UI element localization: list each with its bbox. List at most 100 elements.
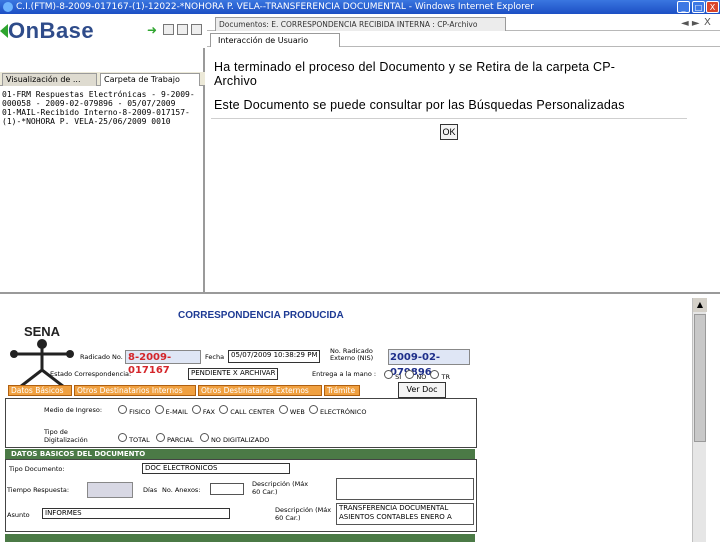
medio-electronico-radio[interactable] [308,405,318,414]
medio-fisico-radio[interactable] [118,405,127,414]
radio-label: TR [441,373,451,381]
document-pane: Documentos: E. CORRESPONDENCIA RECIBIDA … [207,14,720,292]
list-item[interactable]: 000058 - 2009-02-079896 - 05/07/2009 [2,99,202,108]
form-title: CORRESPONDENCIA PRODUCIDA [178,310,344,321]
tab-datos-basicos[interactable]: Datos Básicos [8,385,72,396]
radio-label: NO [416,373,427,381]
radicado-externo-value: 2009-02-079896 [388,349,470,378]
tab-otros-destinatarios-externos[interactable]: Otros Destinatarios Externos [198,385,322,396]
dig-parcial-radio[interactable] [155,433,165,442]
radio-label: ELECTRÓNICO [320,408,367,416]
close-window-button[interactable]: X [706,1,719,13]
medio-email-radio[interactable] [154,405,164,414]
desc2-label: Descripción (Máx 60 Car.) [275,506,332,522]
scroll-thumb[interactable] [694,314,706,442]
list-item[interactable]: 01-FRM Respuestas Electrónicas - 9-2009- [2,90,202,99]
ver-doc-button[interactable]: Ver Doc [398,382,446,398]
entrega-tr-radio[interactable] [430,370,440,379]
medio-callcenter-radio[interactable] [219,405,229,414]
toolbar-grid-icon[interactable] [177,24,188,35]
datos-basicos-header: DATOS BASICOS DEL DOCUMENTO [5,449,475,459]
radio-label: SI [395,373,402,381]
asunto-value: INFORMES [42,508,230,519]
sena-logo: SENA [10,324,74,394]
fecha-label: Fecha [205,353,225,361]
anexos-label: No. Anexos: [162,486,201,494]
document-tab[interactable]: Documentos: E. CORRESPONDENCIA RECIBIDA … [215,17,506,31]
entrega-si-radio[interactable] [384,370,393,379]
internet-explorer-icon [3,2,13,12]
tipo-doc-value: DOC ELECTRONICOS [142,463,290,474]
ok-button[interactable]: OK [440,124,458,140]
window-title: C.I.(FTM)-8-2009-017167-(1)-12022-*NOHOR… [16,2,534,12]
dias-label: Días [143,486,158,494]
toolbar-window-icon[interactable] [191,24,202,35]
medio-label: Medio de Ingreso: [44,406,103,414]
radio-label: NO DIGITALIZADO [210,436,270,444]
medio-web-radio[interactable] [278,405,288,414]
tab-nav-arrows-icon[interactable]: ◄ ► [681,18,700,29]
interaction-tab-bar: Interacción de Usuario [207,32,720,47]
entrega-label: Entrega a la mano : [312,370,377,378]
scroll-up-icon[interactable]: ▲ [693,298,707,312]
radio-label: WEB [289,408,305,416]
entrega-options: SI NO TR [384,370,450,381]
desc1-textarea[interactable] [336,478,474,500]
radio-label: E-MAIL [165,408,188,416]
asunto-label: Asunto [7,511,30,519]
desc2-textarea[interactable]: TRANSFERENCIA DOCUMENTAL ASIENTOS CONTAB… [336,503,474,525]
close-tab-icon[interactable]: X [704,17,711,28]
logo-toolbar: OnBase ➜ [0,14,205,48]
digitalizacion-options: TOTAL PARCIAL NO DIGITALIZADO [118,433,269,444]
radio-label: PARCIAL [166,436,194,444]
message-line: Ha terminado el proceso del Documento y … [214,60,616,74]
document-tab-bar: Documentos: E. CORRESPONDENCIA RECIBIDA … [207,15,720,31]
dig-total-radio[interactable] [118,433,127,442]
consult-message: Este Documento se puede consultar por la… [214,98,625,112]
vertical-scrollbar[interactable]: ▲ [692,298,707,542]
forward-arrows-icon[interactable]: ➜ [147,23,157,37]
estado-value: PENDIENTE X ARCHIVAR [188,368,278,380]
radio-label: FISICO [129,408,151,416]
correspondence-form: ▲ SENA CORRESPONDENCIA PRODUCIDA Radicad… [0,292,720,542]
tiempo-input[interactable] [87,482,133,498]
radicado-externo-label: No. Radicado Externo (NIS) [330,347,374,362]
toolbar-list-icon[interactable] [163,24,174,35]
fecha-value: 05/07/2009 10:38:29 PM [228,350,320,363]
sena-logo-text: SENA [24,324,61,339]
tab-tramite[interactable]: Trámite [324,385,360,396]
medio-fax-radio[interactable] [191,405,201,414]
tipo-doc-label: Tipo Documento: [9,465,65,473]
radicado-label: Radicado No. [80,353,123,361]
estado-label: Estado Correspondencia: [50,370,132,378]
window-title-bar: C.I.(FTM)-8-2009-017167-(1)-12022-*NOHOR… [0,0,720,14]
tab-visualizacion[interactable]: Visualización de ... [2,73,97,86]
desc2-line: ASIENTOS CONTABLES ENERO A [339,513,452,521]
message-line: Archivo [214,74,258,88]
radio-label: TOTAL [129,436,150,444]
tab-carpeta-trabajo[interactable]: Carpeta de Trabajo [100,73,200,86]
completion-message: Ha terminado el proceso del Documento y … [214,60,684,88]
left-pane: OnBase ➜ Visualización de ... Carpeta de… [0,14,205,292]
desc2-line: TRANSFERENCIA DOCUMENTAL [339,504,449,512]
tab-interaccion-usuario[interactable]: Interacción de Usuario [210,33,340,47]
work-folder-list: 01-FRM Respuestas Electrónicas - 9-2009-… [2,90,202,126]
minimize-button[interactable]: _ [677,1,690,13]
entrega-no-radio[interactable] [405,370,415,379]
radicado-value: 8-2009-017167 [125,350,201,376]
list-item[interactable]: 01-MAIL-Recibido Interno-8-2009-017157- [2,108,202,117]
radio-label: CALL CENTER [230,408,275,416]
onbase-logo: OnBase [8,18,95,43]
tiempo-label: Tiempo Respuesta: [7,486,70,494]
medio-options: FISICO E-MAIL FAX CALL CENTER WEB ELECTR… [118,405,366,416]
collapse-arrow-icon[interactable] [0,24,8,38]
radio-label: FAX [202,408,215,416]
divider [211,118,687,119]
maximize-button[interactable]: □ [692,1,705,13]
desc1-label: Descripción (Máx 60 Car.) [252,480,309,496]
list-item[interactable]: (1)-*NOHORA P. VELA-25/06/2009 0010 [2,117,202,126]
anexos-input[interactable] [210,483,244,495]
dig-no-radio[interactable] [199,433,209,442]
tab-otros-destinatarios-internos[interactable]: Otros Destinatarios Internos [74,385,196,396]
digitalizacion-label: Tipo de Digitalización [44,428,88,444]
